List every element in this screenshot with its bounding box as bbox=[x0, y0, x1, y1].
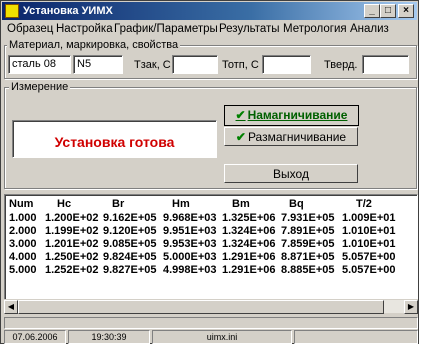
column-header: Num bbox=[9, 198, 34, 210]
menu-metrology[interactable]: Метрология bbox=[283, 23, 347, 35]
table-cell: 9.953E+03 bbox=[163, 238, 217, 250]
progress-panel bbox=[4, 317, 418, 329]
table-cell: 9.951E+03 bbox=[163, 225, 217, 237]
table-cell: 2.000 bbox=[9, 225, 37, 237]
table-cell: 9.120E+05 bbox=[103, 225, 157, 237]
menu-settings[interactable]: Настройка bbox=[56, 23, 113, 35]
results-table: Num Hc Br Hm Bm Bq T/2 1.000 1.200E+02 9… bbox=[4, 194, 418, 311]
table-cell: 9.827E+05 bbox=[103, 264, 157, 276]
table-cell: 1.291E+06 bbox=[222, 264, 276, 276]
table-cell: 9.824E+05 bbox=[103, 251, 157, 263]
menu-analysis[interactable]: Анализ bbox=[350, 23, 389, 35]
material-field[interactable]: сталь 08 bbox=[8, 55, 71, 74]
table-cell: 9.162E+05 bbox=[103, 212, 157, 224]
main-window: Установка УИМХ _ □ × Образец Настройка Г… bbox=[0, 0, 419, 344]
table-cell: 1.324E+06 bbox=[222, 225, 276, 237]
status-display: Установка готова bbox=[12, 120, 217, 158]
magnetize-label: Намагничивание bbox=[247, 108, 348, 122]
column-header: Hc bbox=[57, 198, 72, 210]
status-bar: 07.06.2006 19:30:39 uimx.ini bbox=[4, 330, 418, 344]
table-cell: 7.859E+05 bbox=[281, 238, 335, 250]
column-header: Bq bbox=[289, 198, 304, 210]
table-cell: 1.324E+06 bbox=[222, 238, 276, 250]
scroll-right-icon[interactable]: ▶ bbox=[404, 300, 418, 314]
table-cell: 1.010E+01 bbox=[342, 225, 396, 237]
table-cell: 1.291E+06 bbox=[222, 251, 276, 263]
column-header: Hm bbox=[172, 198, 190, 210]
table-cell: 4.998E+03 bbox=[163, 264, 217, 276]
magnetize-button[interactable]: ✔ Намагничивание bbox=[224, 105, 359, 126]
table-cell: 1.201E+02 bbox=[45, 238, 99, 250]
horizontal-scrollbar[interactable]: ◀ ▶ bbox=[4, 299, 418, 314]
menu-results[interactable]: Результаты bbox=[219, 23, 280, 35]
demagnetize-button[interactable]: ✔ Размагничивание bbox=[224, 127, 358, 146]
scroll-thumb[interactable] bbox=[18, 300, 384, 314]
column-header: Bm bbox=[232, 198, 250, 210]
menu-graph-parameters[interactable]: График/Параметры bbox=[114, 23, 218, 35]
status-extra bbox=[294, 330, 418, 344]
exit-button[interactable]: Выход bbox=[224, 164, 358, 183]
hardness-label: Тверд. bbox=[324, 59, 358, 71]
table-cell: 5.000 bbox=[9, 264, 37, 276]
menu-sample[interactable]: Образец bbox=[7, 23, 53, 35]
app-icon bbox=[5, 4, 19, 18]
minimize-button[interactable]: _ bbox=[364, 4, 380, 18]
totp-label: Тотп, С bbox=[222, 59, 259, 71]
table-cell: 3.000 bbox=[9, 238, 37, 250]
marking-field[interactable]: N5 bbox=[73, 55, 123, 74]
table-cell: 5.057E+00 bbox=[342, 264, 396, 276]
table-cell: 5.000E+03 bbox=[163, 251, 217, 263]
table-cell: 5.057E+00 bbox=[342, 251, 396, 263]
table-cell: 1.325E+06 bbox=[222, 212, 276, 224]
totp-field[interactable] bbox=[262, 55, 311, 74]
table-cell: 1.199E+02 bbox=[45, 225, 99, 237]
status-time: 19:30:39 bbox=[68, 330, 150, 344]
menu-bar: Образец Настройка График/Параметры Резул… bbox=[3, 21, 417, 40]
material-group-label: Материал, маркировка, свойства bbox=[7, 39, 181, 51]
table-cell: 7.891E+05 bbox=[281, 225, 335, 237]
column-header: Br bbox=[112, 198, 125, 210]
table-cell: 1.009E+01 bbox=[342, 212, 396, 224]
table-cell: 1.010E+01 bbox=[342, 238, 396, 250]
table-cell: 1.000 bbox=[9, 212, 37, 224]
table-cell: 4.000 bbox=[9, 251, 37, 263]
table-cell: 9.968E+03 bbox=[163, 212, 217, 224]
column-header: T/2 bbox=[356, 198, 372, 210]
window-title: Установка УИМХ bbox=[23, 5, 113, 17]
table-cell: 7.931E+05 bbox=[281, 212, 335, 224]
status-date: 07.06.2006 bbox=[4, 330, 66, 344]
maximize-button[interactable]: □ bbox=[380, 4, 396, 18]
table-cell: 8.871E+05 bbox=[281, 251, 335, 263]
measurement-group-label: Измерение bbox=[9, 81, 71, 93]
status-ini: uimx.ini bbox=[152, 330, 292, 344]
hardness-field[interactable] bbox=[362, 55, 409, 74]
table-cell: 1.200E+02 bbox=[45, 212, 99, 224]
demagnetize-label: Размагничивание bbox=[247, 130, 347, 144]
status-text: Установка готова bbox=[54, 134, 175, 150]
table-cell: 1.250E+02 bbox=[45, 251, 99, 263]
checkmark-icon: ✔ bbox=[235, 108, 246, 122]
tzak-label: Тзак, С bbox=[134, 59, 171, 71]
close-button[interactable]: × bbox=[398, 4, 414, 18]
table-cell: 9.085E+05 bbox=[103, 238, 157, 250]
table-cell: 8.885E+05 bbox=[281, 264, 335, 276]
scroll-left-icon[interactable]: ◀ bbox=[4, 300, 18, 314]
tzak-field[interactable] bbox=[172, 55, 218, 74]
title-bar: Установка УИМХ _ □ × bbox=[2, 2, 417, 20]
checkmark-icon: ✔ bbox=[235, 130, 246, 144]
table-cell: 1.252E+02 bbox=[45, 264, 99, 276]
